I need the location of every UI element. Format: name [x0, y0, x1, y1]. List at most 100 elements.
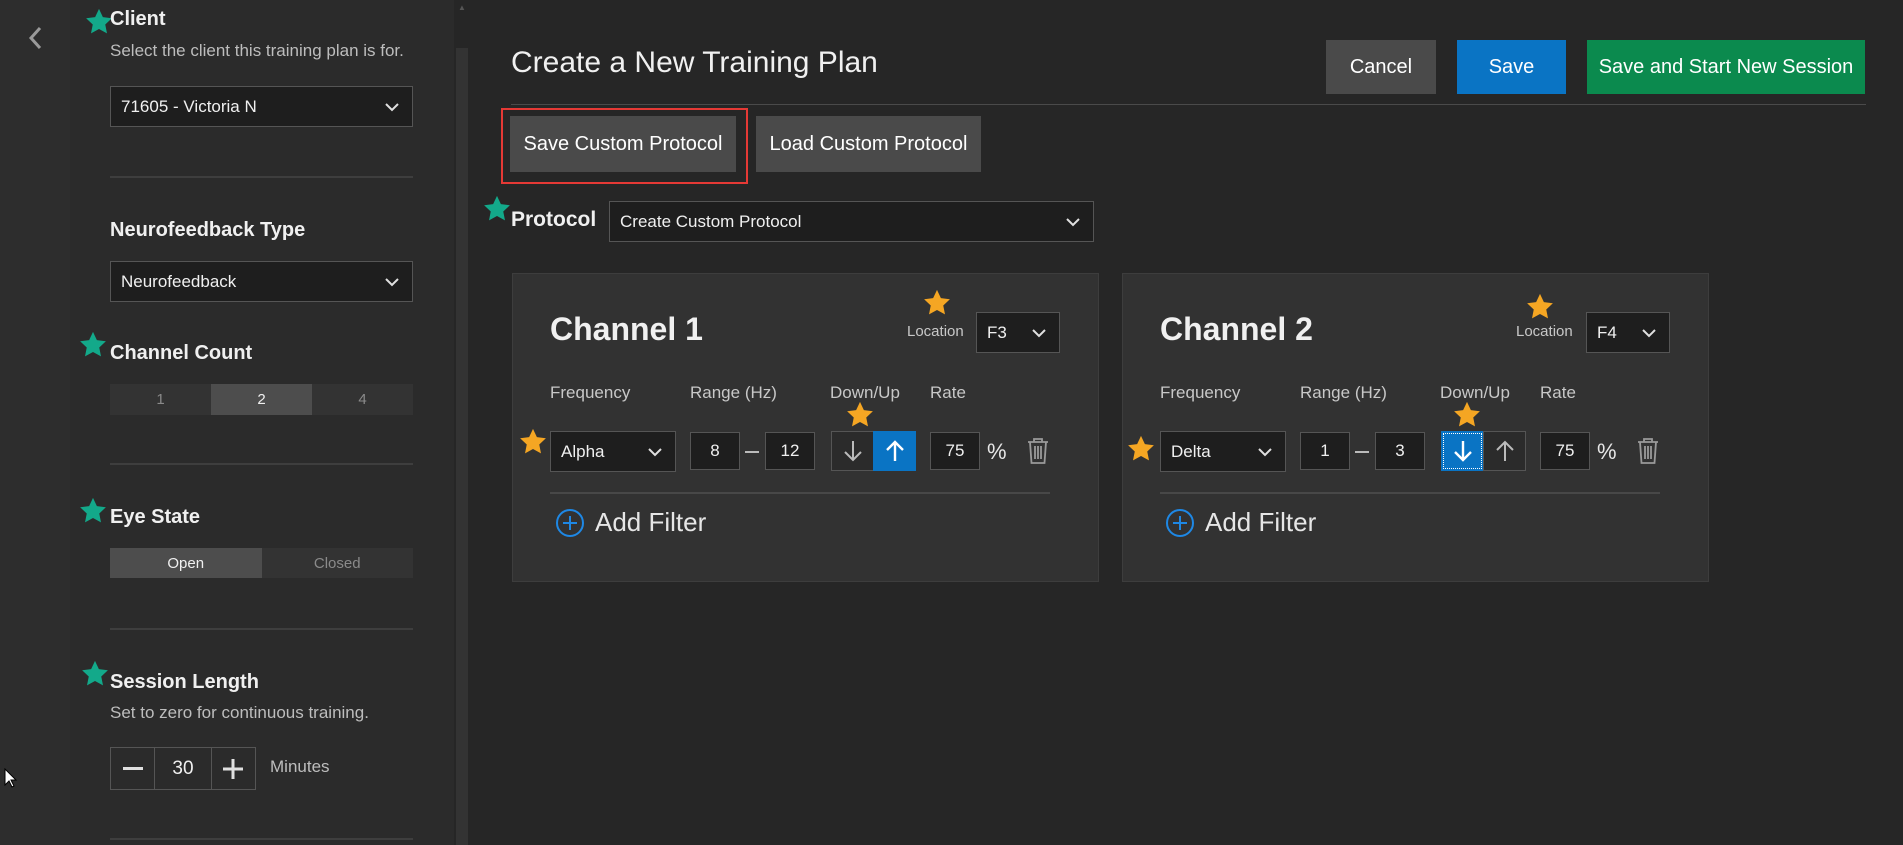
location-select[interactable]: F4	[1586, 312, 1670, 353]
rate-unit: %	[1597, 439, 1617, 464]
channel-count-option-2[interactable]: 2	[211, 384, 312, 415]
load-custom-protocol-button[interactable]: Load Custom Protocol	[756, 116, 981, 172]
direction-up-button[interactable]	[873, 431, 916, 471]
star-icon	[922, 288, 952, 318]
rate-input[interactable]: 75	[1540, 432, 1590, 470]
frequency-column-label: Frequency	[1160, 383, 1241, 402]
rate-input[interactable]: 75	[930, 432, 980, 470]
neurofeedback-type-select[interactable]: Neurofeedback	[110, 261, 413, 302]
plus-icon	[223, 758, 244, 779]
chevron-down-icon	[647, 446, 663, 458]
left-rail	[0, 0, 70, 845]
direction-up-button[interactable]	[1483, 431, 1526, 471]
star-icon	[482, 194, 512, 224]
session-length-description: Set to zero for continuous training.	[110, 703, 369, 722]
add-circle-icon	[556, 508, 584, 537]
save-button[interactable]: Save	[1457, 40, 1566, 94]
rate-unit: %	[987, 439, 1007, 464]
trash-icon[interactable]	[1026, 437, 1050, 465]
protocol-select[interactable]: Create Custom Protocol	[609, 201, 1094, 242]
arrow-up-icon	[1495, 440, 1514, 461]
add-filter-button[interactable]: Add Filter	[555, 507, 706, 538]
range-column-label: Range (Hz)	[690, 383, 777, 402]
add-filter-label: Add Filter	[1205, 507, 1317, 537]
increment-button[interactable]	[210, 748, 255, 789]
cancel-button[interactable]: Cancel	[1326, 40, 1436, 94]
session-length-input[interactable]: 30	[155, 748, 210, 789]
range-low-input[interactable]: 8	[690, 432, 740, 470]
channel-count-option-1[interactable]: 1	[110, 384, 211, 415]
session-length-unit: Minutes	[270, 757, 330, 776]
channel-divider	[550, 492, 1050, 494]
channel-title: Channel 1	[550, 311, 703, 347]
frequency-value: Alpha	[561, 441, 605, 461]
neurofeedback-type-title: Neurofeedback Type	[110, 219, 306, 241]
rate-column-label: Rate	[930, 383, 966, 402]
channel-count-option-4[interactable]: 4	[312, 384, 413, 415]
add-filter-label: Add Filter	[595, 507, 707, 537]
add-circle-icon	[1166, 508, 1194, 537]
client-select[interactable]: 71605 - Victoria N	[110, 86, 413, 127]
range-low-input[interactable]: 1	[1300, 432, 1350, 470]
star-icon	[78, 496, 108, 526]
chevron-down-icon	[1065, 216, 1081, 228]
protocol-label: Protocol	[511, 208, 597, 231]
location-select[interactable]: F3	[976, 312, 1060, 353]
range-dash	[745, 451, 759, 453]
sidebar-scroll-thumb[interactable]	[456, 48, 468, 845]
client-select-value: 71605 - Victoria N	[121, 96, 257, 116]
save-custom-protocol-button[interactable]: Save Custom Protocol	[510, 116, 736, 172]
minus-icon	[122, 766, 143, 770]
range-high-input[interactable]: 12	[765, 432, 815, 470]
frequency-column-label: Frequency	[550, 383, 631, 402]
add-filter-button[interactable]: Add Filter	[1165, 507, 1316, 538]
chevron-down-icon	[1257, 446, 1273, 458]
location-value: F4	[1597, 322, 1617, 342]
eye-state-title: Eye State	[110, 506, 201, 528]
arrow-up-icon	[885, 440, 904, 461]
star-icon	[1452, 400, 1482, 430]
sidebar-divider	[110, 176, 413, 178]
header-divider	[511, 104, 1866, 105]
location-label: Location	[907, 323, 964, 340]
chevron-down-icon	[1641, 327, 1657, 339]
trash-icon[interactable]	[1636, 437, 1660, 465]
channel-divider	[1160, 492, 1660, 494]
frequency-select[interactable]: Delta	[1160, 431, 1286, 472]
range-high-input[interactable]: 3	[1375, 432, 1425, 470]
range-column-label: Range (Hz)	[1300, 383, 1387, 402]
client-title: Client	[110, 8, 166, 30]
protocol-select-value: Create Custom Protocol	[620, 211, 802, 231]
page-title: Create a New Training Plan	[511, 46, 878, 79]
scroll-up-arrow[interactable]: ▲	[456, 0, 468, 16]
channel-count-toggle: 1 2 4	[110, 384, 413, 415]
arrow-down-icon	[1453, 441, 1472, 462]
arrow-down-icon	[843, 441, 862, 462]
chevron-down-icon	[384, 101, 400, 113]
star-icon	[78, 330, 108, 360]
back-button[interactable]	[20, 22, 50, 54]
star-icon	[845, 400, 875, 430]
mouse-cursor-icon	[4, 768, 18, 788]
chevron-down-icon	[1031, 327, 1047, 339]
channel-title: Channel 2	[1160, 311, 1313, 347]
sidebar-divider	[110, 838, 413, 840]
frequency-select[interactable]: Alpha	[550, 431, 676, 472]
chevron-down-icon	[384, 276, 400, 288]
range-dash	[1355, 451, 1369, 453]
session-length-title: Session Length	[110, 671, 259, 693]
direction-down-button[interactable]	[831, 431, 874, 471]
location-value: F3	[987, 322, 1007, 342]
eye-state-option-open[interactable]: Open	[110, 548, 262, 578]
channel-count-title: Channel Count	[110, 342, 253, 364]
neurofeedback-type-value: Neurofeedback	[121, 271, 237, 291]
star-icon	[1126, 434, 1156, 464]
decrement-button[interactable]	[111, 748, 156, 789]
star-icon	[1525, 292, 1555, 322]
save-and-start-session-button[interactable]: Save and Start New Session	[1587, 40, 1865, 94]
direction-down-button[interactable]	[1441, 431, 1484, 471]
eye-state-option-closed[interactable]: Closed	[261, 548, 413, 578]
location-label: Location	[1516, 323, 1573, 340]
client-description: Select the client this training plan is …	[110, 41, 404, 60]
eye-state-toggle: Open Closed	[110, 548, 413, 578]
